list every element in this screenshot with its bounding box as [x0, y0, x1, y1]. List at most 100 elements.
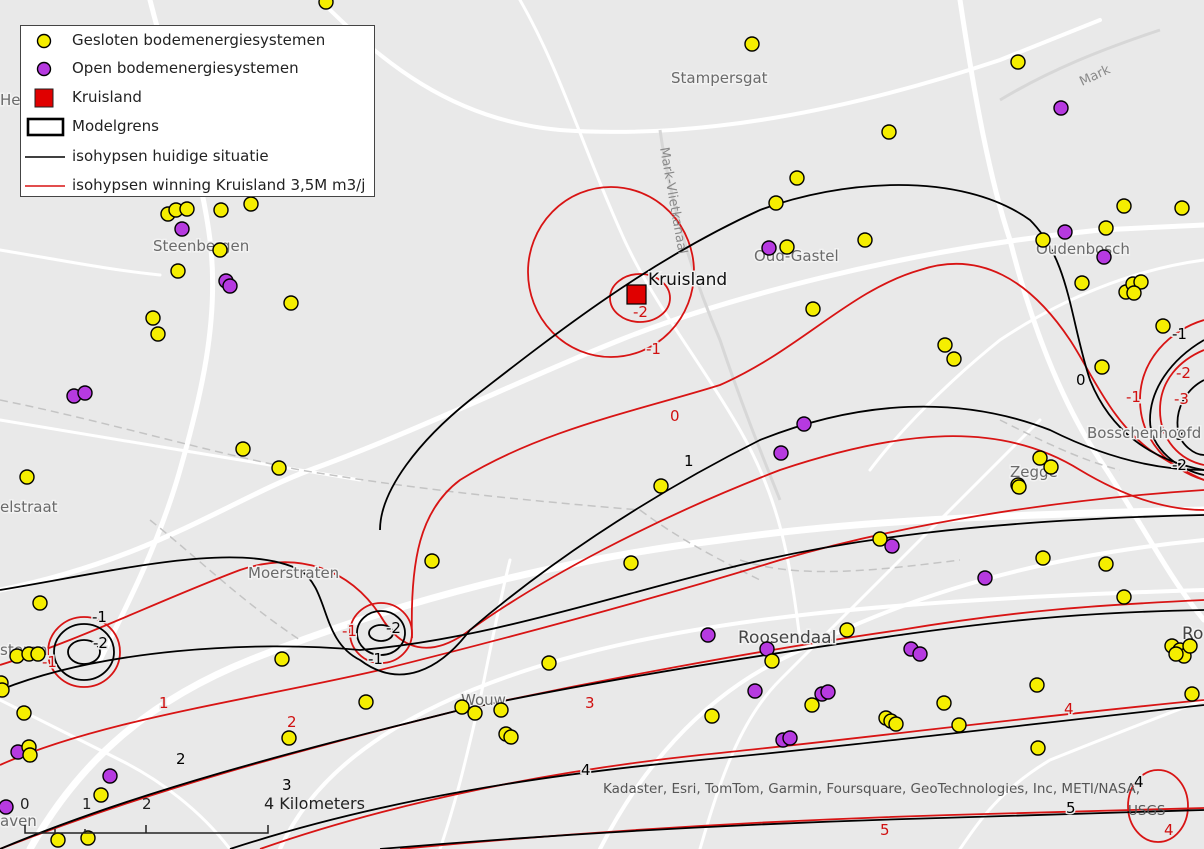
- contour-label: 4: [1164, 821, 1174, 839]
- closed-system-point[interactable]: [623, 555, 639, 571]
- closed-system-point[interactable]: [145, 310, 161, 326]
- open-system-point[interactable]: [820, 684, 836, 700]
- closed-system-point[interactable]: [1074, 275, 1090, 291]
- closed-system-point[interactable]: [872, 531, 888, 547]
- closed-system-point[interactable]: [493, 702, 509, 718]
- open-system-point[interactable]: [761, 240, 777, 256]
- closed-system-point[interactable]: [1182, 638, 1198, 654]
- legend-item-isohypsen-huidig: isohypsen huidige situatie: [25, 147, 269, 165]
- legend-item-modelgrens: Modelgrens: [21, 115, 374, 139]
- closed-system-point[interactable]: [1116, 198, 1132, 214]
- closed-system-point[interactable]: [541, 655, 557, 671]
- closed-system-point[interactable]: [1011, 479, 1027, 495]
- closed-system-point[interactable]: [271, 460, 287, 476]
- closed-system-point[interactable]: [213, 202, 229, 218]
- open-system-point[interactable]: [796, 416, 812, 432]
- closed-system-point[interactable]: [704, 708, 720, 724]
- map-legend: Gesloten bodemenergiesystemen Open bodem…: [20, 25, 375, 197]
- closed-system-point[interactable]: [1155, 318, 1171, 334]
- contour-label: -2: [1176, 364, 1191, 382]
- open-system-point[interactable]: [77, 385, 93, 401]
- contour-label: -2: [1172, 456, 1187, 474]
- closed-system-point[interactable]: [768, 195, 784, 211]
- closed-system-point[interactable]: [1035, 550, 1051, 566]
- closed-system-point[interactable]: [212, 242, 228, 258]
- contour-label: 4: [1064, 700, 1074, 718]
- kruisland-marker[interactable]: [626, 284, 647, 305]
- closed-system-point[interactable]: [857, 232, 873, 248]
- open-system-point[interactable]: [0, 799, 14, 815]
- closed-system-point[interactable]: [0, 682, 10, 698]
- closed-system-point[interactable]: [424, 553, 440, 569]
- closed-system-point[interactable]: [1174, 200, 1190, 216]
- closed-system-point[interactable]: [503, 729, 519, 745]
- closed-system-point[interactable]: [764, 653, 780, 669]
- contour-label: 5: [880, 821, 890, 839]
- closed-system-point[interactable]: [358, 694, 374, 710]
- closed-system-point[interactable]: [281, 730, 297, 746]
- open-system-point[interactable]: [102, 768, 118, 784]
- closed-system-point[interactable]: [951, 717, 967, 733]
- contour-label: -1: [368, 650, 383, 668]
- open-system-point[interactable]: [1053, 100, 1069, 116]
- closed-system-point[interactable]: [789, 170, 805, 186]
- closed-system-point[interactable]: [1094, 359, 1110, 375]
- open-system-point[interactable]: [700, 627, 716, 643]
- closed-system-point[interactable]: [1029, 677, 1045, 693]
- closed-system-point[interactable]: [1116, 589, 1132, 605]
- closed-system-point[interactable]: [30, 646, 46, 662]
- closed-system-point[interactable]: [804, 697, 820, 713]
- closed-system-point[interactable]: [805, 301, 821, 317]
- closed-system-point[interactable]: [243, 196, 259, 212]
- closed-system-point[interactable]: [1035, 232, 1051, 248]
- closed-system-point[interactable]: [32, 595, 48, 611]
- closed-system-point[interactable]: [283, 295, 299, 311]
- closed-system-point[interactable]: [22, 747, 38, 763]
- open-system-point[interactable]: [222, 278, 238, 294]
- closed-system-point[interactable]: [179, 201, 195, 217]
- contour-label: -1: [1172, 325, 1187, 343]
- contour-label: 2: [176, 750, 186, 768]
- open-system-point[interactable]: [1096, 249, 1112, 265]
- closed-system-point[interactable]: [16, 705, 32, 721]
- closed-system-point[interactable]: [946, 351, 962, 367]
- open-system-point[interactable]: [782, 730, 798, 746]
- closed-system-point[interactable]: [1010, 54, 1026, 70]
- closed-system-point[interactable]: [888, 716, 904, 732]
- closed-system-point[interactable]: [1126, 285, 1142, 301]
- closed-system-point[interactable]: [1168, 646, 1184, 662]
- closed-system-point[interactable]: [1043, 459, 1059, 475]
- closed-system-point[interactable]: [744, 36, 760, 52]
- closed-system-point[interactable]: [454, 699, 470, 715]
- closed-system-point[interactable]: [937, 337, 953, 353]
- open-system-point[interactable]: [912, 646, 928, 662]
- closed-system-point[interactable]: [150, 326, 166, 342]
- open-system-point[interactable]: [747, 683, 763, 699]
- closed-system-point[interactable]: [1184, 686, 1200, 702]
- closed-system-point[interactable]: [1098, 556, 1114, 572]
- closed-system-point[interactable]: [653, 478, 669, 494]
- contour-label: 0: [1076, 371, 1086, 389]
- closed-system-point[interactable]: [50, 832, 66, 848]
- contour-label: 0: [670, 407, 680, 425]
- open-system-point[interactable]: [1057, 224, 1073, 240]
- closed-system-point[interactable]: [1030, 740, 1046, 756]
- closed-system-point[interactable]: [936, 695, 952, 711]
- contour-label: 4: [581, 761, 591, 779]
- contour-label: -2: [93, 634, 108, 652]
- open-system-point[interactable]: [773, 445, 789, 461]
- closed-system-point[interactable]: [881, 124, 897, 140]
- closed-system-point[interactable]: [839, 622, 855, 638]
- closed-system-point[interactable]: [779, 239, 795, 255]
- open-system-point[interactable]: [174, 221, 190, 237]
- open-system-point[interactable]: [977, 570, 993, 586]
- closed-system-point[interactable]: [19, 469, 35, 485]
- contour-label: 3: [585, 694, 595, 712]
- closed-system-point[interactable]: [467, 705, 483, 721]
- closed-system-point[interactable]: [318, 0, 334, 10]
- closed-system-point[interactable]: [274, 651, 290, 667]
- closed-system-point[interactable]: [170, 263, 186, 279]
- closed-system-point[interactable]: [93, 787, 109, 803]
- closed-system-point[interactable]: [235, 441, 251, 457]
- closed-system-point[interactable]: [1098, 220, 1114, 236]
